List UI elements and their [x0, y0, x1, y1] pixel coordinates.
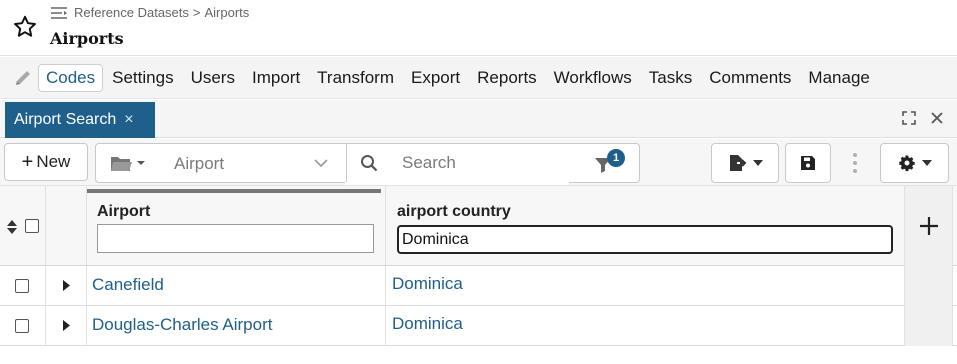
tab-tasks[interactable]: Tasks: [641, 64, 700, 92]
column-header-airport-country[interactable]: airport country: [397, 203, 511, 221]
gear-icon: [898, 155, 915, 172]
export-file-icon: [730, 155, 747, 171]
column-header-airport[interactable]: Airport: [97, 203, 150, 221]
search-icon: [361, 155, 378, 172]
column-divider: [952, 186, 953, 346]
close-panel-icon[interactable]: [929, 110, 945, 126]
airport-link[interactable]: Canefield: [92, 275, 164, 295]
chevron-down-icon[interactable]: [314, 158, 328, 168]
favorite-star-icon[interactable]: [12, 14, 38, 40]
expand-row-icon[interactable]: [62, 320, 70, 331]
column-divider: [385, 186, 386, 346]
breadcrumb: Reference Datasets > Airports: [50, 5, 249, 20]
breadcrumb-separator: >: [192, 5, 201, 20]
tab-reports[interactable]: Reports: [469, 64, 545, 92]
new-button-label: New: [36, 152, 71, 171]
results-grid: Airport airport country Canefield Domini…: [0, 186, 957, 364]
tab-users[interactable]: Users: [183, 64, 243, 92]
breadcrumb-item-airports[interactable]: Airports: [205, 5, 250, 20]
filter-count-badge: 1: [607, 149, 625, 167]
tab-export[interactable]: Export: [403, 64, 468, 92]
chevron-down-icon: [921, 160, 932, 166]
page-title: Airports: [50, 29, 124, 48]
folder-icon[interactable]: [110, 154, 146, 172]
column-divider: [904, 186, 905, 346]
column-divider: [45, 186, 46, 346]
expand-row-icon[interactable]: [62, 280, 70, 291]
country-link[interactable]: Dominica: [392, 314, 463, 334]
divider: [346, 144, 347, 182]
tab-import[interactable]: Import: [244, 64, 308, 92]
chevron-down-icon: [753, 160, 763, 166]
new-button[interactable]: + New: [4, 143, 88, 181]
table-row: Canefield Dominica: [0, 266, 957, 306]
search-group-underlay: [345, 182, 569, 185]
page-header: Reference Datasets > Airports Airports: [0, 0, 957, 56]
plus-icon: [919, 217, 938, 235]
settings-button[interactable]: [880, 143, 949, 183]
table-row: Douglas-Charles Airport Dominica: [0, 306, 957, 346]
save-button[interactable]: [785, 143, 831, 183]
airport-filter-input[interactable]: [97, 224, 374, 253]
menu-list-icon[interactable]: [50, 6, 68, 20]
document-tab-strip: Airport Search ×: [0, 100, 957, 138]
close-tab-icon[interactable]: ×: [124, 111, 133, 129]
sort-icon[interactable]: [6, 219, 18, 235]
doc-tab-airport-search[interactable]: Airport Search ×: [5, 102, 155, 138]
add-column-button[interactable]: [905, 186, 952, 266]
export-button[interactable]: [711, 143, 779, 183]
tab-manage[interactable]: Manage: [800, 64, 877, 92]
save-icon: [801, 156, 815, 170]
search-input[interactable]: [402, 150, 582, 176]
column-divider: [86, 186, 87, 346]
maximize-icon[interactable]: [901, 110, 917, 126]
search-group: Airport 1: [95, 143, 640, 183]
tab-workflows[interactable]: Workflows: [546, 64, 640, 92]
more-options-icon[interactable]: [842, 143, 868, 183]
breadcrumb-item-reference-datasets[interactable]: Reference Datasets: [74, 5, 189, 20]
tab-comments[interactable]: Comments: [701, 64, 799, 92]
column-resize-bar: [87, 189, 381, 193]
toolbar: + New Airport 1: [0, 139, 957, 186]
row-gutter: [905, 306, 952, 346]
plus-icon: +: [21, 151, 34, 173]
row-gutter: [905, 266, 952, 306]
select-all-checkbox[interactable]: [25, 219, 39, 233]
tab-codes[interactable]: Codes: [38, 63, 104, 92]
airport-country-filter-input[interactable]: [397, 225, 893, 254]
airport-link[interactable]: Douglas-Charles Airport: [92, 315, 272, 335]
tab-settings[interactable]: Settings: [104, 64, 181, 92]
grid-header: Airport airport country: [0, 186, 957, 266]
edit-pencil-icon[interactable]: [12, 67, 34, 89]
tab-transform[interactable]: Transform: [309, 64, 402, 92]
row-checkbox[interactable]: [15, 319, 29, 333]
row-checkbox[interactable]: [15, 279, 29, 293]
dataset-select[interactable]: Airport: [174, 154, 224, 174]
main-nav: Codes Settings Users Import Transform Ex…: [0, 57, 957, 99]
doc-tab-label: Airport Search: [14, 111, 117, 128]
country-link[interactable]: Dominica: [392, 274, 463, 294]
